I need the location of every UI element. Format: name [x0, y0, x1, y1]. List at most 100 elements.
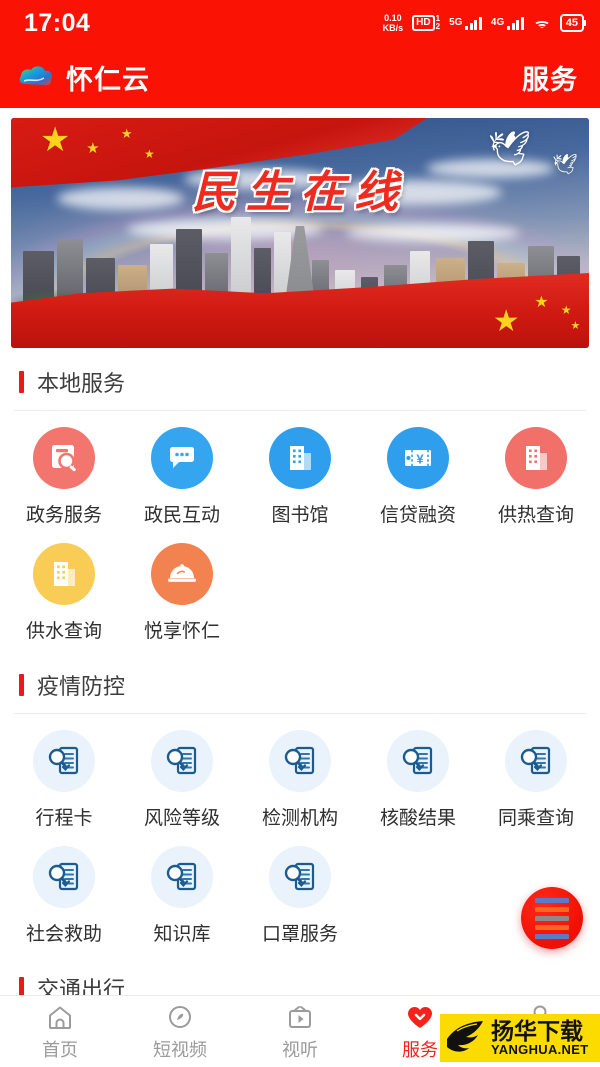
service-item-co-travel[interactable]: 同乘查询: [477, 730, 595, 830]
chat-bubble-icon: [151, 427, 213, 489]
wifi-icon: [533, 17, 551, 30]
document-magnifier-icon: [387, 730, 449, 792]
fab-bar: [535, 897, 569, 903]
service-item-zhengwu[interactable]: 政务服务: [5, 427, 123, 527]
building-icon: [269, 427, 331, 489]
service-label: 图书馆: [271, 505, 329, 526]
section-marker: [19, 674, 24, 696]
service-item-travel-card[interactable]: 行程卡: [5, 730, 123, 830]
fab-bar: [535, 906, 569, 912]
menu-fab-button[interactable]: [521, 887, 583, 949]
sim1-bars: [465, 16, 482, 30]
flag-star-icon: ★: [120, 126, 133, 142]
brand-block[interactable]: 怀仁云: [18, 58, 150, 97]
flag-star-icon: ★: [534, 294, 549, 312]
flag-star-icon: ★: [560, 302, 572, 317]
document-magnifier-icon: [269, 730, 331, 792]
banner-container: ★ ★ ★ ★ ★ ★ ★ ★ 🕊 🕊 民生在线: [0, 108, 600, 348]
section-local-services: 本地服务 政务服务 政民互动 图书馆 ¥ 信贷融资 供热查询 供水查询 悦享怀仁: [0, 348, 600, 651]
section-marker: [19, 371, 24, 393]
flag-star-icon: ★: [39, 120, 71, 159]
tab-label: 服务: [402, 1039, 438, 1060]
network-speed-indicator: 0.10 KB/s: [383, 13, 404, 33]
service-item-zhengmin[interactable]: 政民互动: [123, 427, 241, 527]
flag-star-icon: ★: [492, 304, 520, 338]
section-title: 本地服务: [37, 371, 126, 396]
tv-play-icon: [285, 1002, 315, 1032]
header-action-service[interactable]: 服务: [522, 58, 578, 97]
battery-level: 45: [565, 17, 578, 29]
watermark-en: YANGHUA.NET: [491, 1042, 589, 1057]
tab-home[interactable]: 首页: [0, 996, 120, 1067]
status-time: 17:04: [24, 8, 91, 37]
app-root: 17:04 0.10 KB/s HD 1 2 5G 4G 45 怀仁云 服务 ★…: [0, 0, 600, 1067]
service-item-yuexiang[interactable]: 悦享怀仁: [123, 543, 241, 643]
service-label: 供水查询: [25, 621, 102, 642]
service-item-water[interactable]: 供水查询: [5, 543, 123, 643]
document-magnifier-icon: [269, 846, 331, 908]
heart-icon: [405, 1002, 435, 1032]
service-label: 政务服务: [25, 505, 102, 526]
tab-audiovisual[interactable]: 视听: [240, 996, 360, 1067]
service-item-risk-level[interactable]: 风险等级: [123, 730, 241, 830]
document-magnifier-icon: [151, 730, 213, 792]
tab-label: 短视频: [153, 1039, 207, 1060]
ticket-yuan-icon: ¥: [387, 427, 449, 489]
building-icon: [33, 543, 95, 605]
cloud-logo-icon: [18, 64, 54, 90]
hd-label: HD: [412, 15, 435, 31]
section-title: 疫情防控: [37, 674, 126, 699]
service-grid-epidemic: 行程卡 风险等级 检测机构 核酸结果 同乘查询 社会救助 知识库 口罩服务: [0, 714, 600, 952]
fab-bar: [535, 915, 569, 921]
section-header: 本地服务: [0, 348, 600, 410]
service-item-credit[interactable]: ¥ 信贷融资: [359, 427, 477, 527]
service-label: 信贷融资: [379, 505, 456, 526]
hero-banner[interactable]: ★ ★ ★ ★ ★ ★ ★ ★ 🕊 🕊 民生在线: [11, 118, 589, 348]
service-label: 供热查询: [497, 505, 574, 526]
sim1-network-label: 5G: [449, 16, 463, 28]
section-epidemic-control: 疫情防控 行程卡 风险等级 检测机构 核酸结果 同乘查询 社会救助 知识库 口罩…: [0, 651, 600, 954]
signal-sim2-icon: 4G: [490, 16, 524, 30]
service-label: 社会救助: [25, 924, 102, 945]
document-magnifier-icon: [151, 846, 213, 908]
service-item-test-org[interactable]: 检测机构: [241, 730, 359, 830]
network-speed-value: 0.10: [384, 13, 402, 23]
service-grid-local: 政务服务 政民互动 图书馆 ¥ 信贷融资 供热查询 供水查询 悦享怀仁: [0, 411, 600, 649]
service-item-nucleic-result[interactable]: 核酸结果: [359, 730, 477, 830]
battery-icon: 45: [559, 14, 587, 32]
service-item-library[interactable]: 图书馆: [241, 427, 359, 527]
service-label: 口罩服务: [261, 924, 338, 945]
section-header: 疫情防控: [0, 651, 600, 713]
sim2-network-label: 4G: [490, 16, 505, 28]
service-item-social-aid[interactable]: 社会救助: [5, 846, 123, 946]
hd-sim-digits: 1 2: [436, 15, 440, 31]
building-icon: [505, 427, 567, 489]
tab-label: 视听: [282, 1039, 318, 1060]
service-item-heating[interactable]: 供热查询: [477, 427, 595, 527]
flag-star-icon: ★: [86, 140, 100, 157]
status-bar: 17:04 0.10 KB/s HD 1 2 5G 4G 45: [0, 0, 600, 46]
document-magnifier-icon: [33, 846, 95, 908]
tab-short-video[interactable]: 短视频: [120, 996, 240, 1067]
service-item-mask-service[interactable]: 口罩服务: [241, 846, 359, 946]
network-speed-unit: KB/s: [382, 23, 404, 33]
service-label: 知识库: [153, 924, 211, 945]
hd-voice-icon: HD 1 2: [412, 15, 440, 31]
app-header: 怀仁云 服务: [0, 46, 600, 108]
sim2-bars: [507, 16, 524, 30]
short-video-icon: [165, 1002, 195, 1032]
fab-bar: [535, 933, 569, 939]
hd-sub: 2: [435, 22, 441, 31]
bird-logo-icon: [444, 1017, 486, 1060]
banner-title: 民生在线: [192, 168, 408, 217]
watermark-cn: 扬华下载: [491, 1018, 583, 1044]
brand-title: 怀仁云: [66, 64, 150, 95]
svg-text:¥: ¥: [416, 452, 424, 467]
service-item-knowledge-base[interactable]: 知识库: [123, 846, 241, 946]
tab-label: 首页: [42, 1039, 78, 1060]
food-dome-icon: [151, 543, 213, 605]
service-label: 同乘查询: [497, 808, 574, 829]
home-icon: [45, 1002, 75, 1032]
service-label: 风险等级: [143, 808, 220, 829]
service-label: 行程卡: [35, 808, 93, 829]
